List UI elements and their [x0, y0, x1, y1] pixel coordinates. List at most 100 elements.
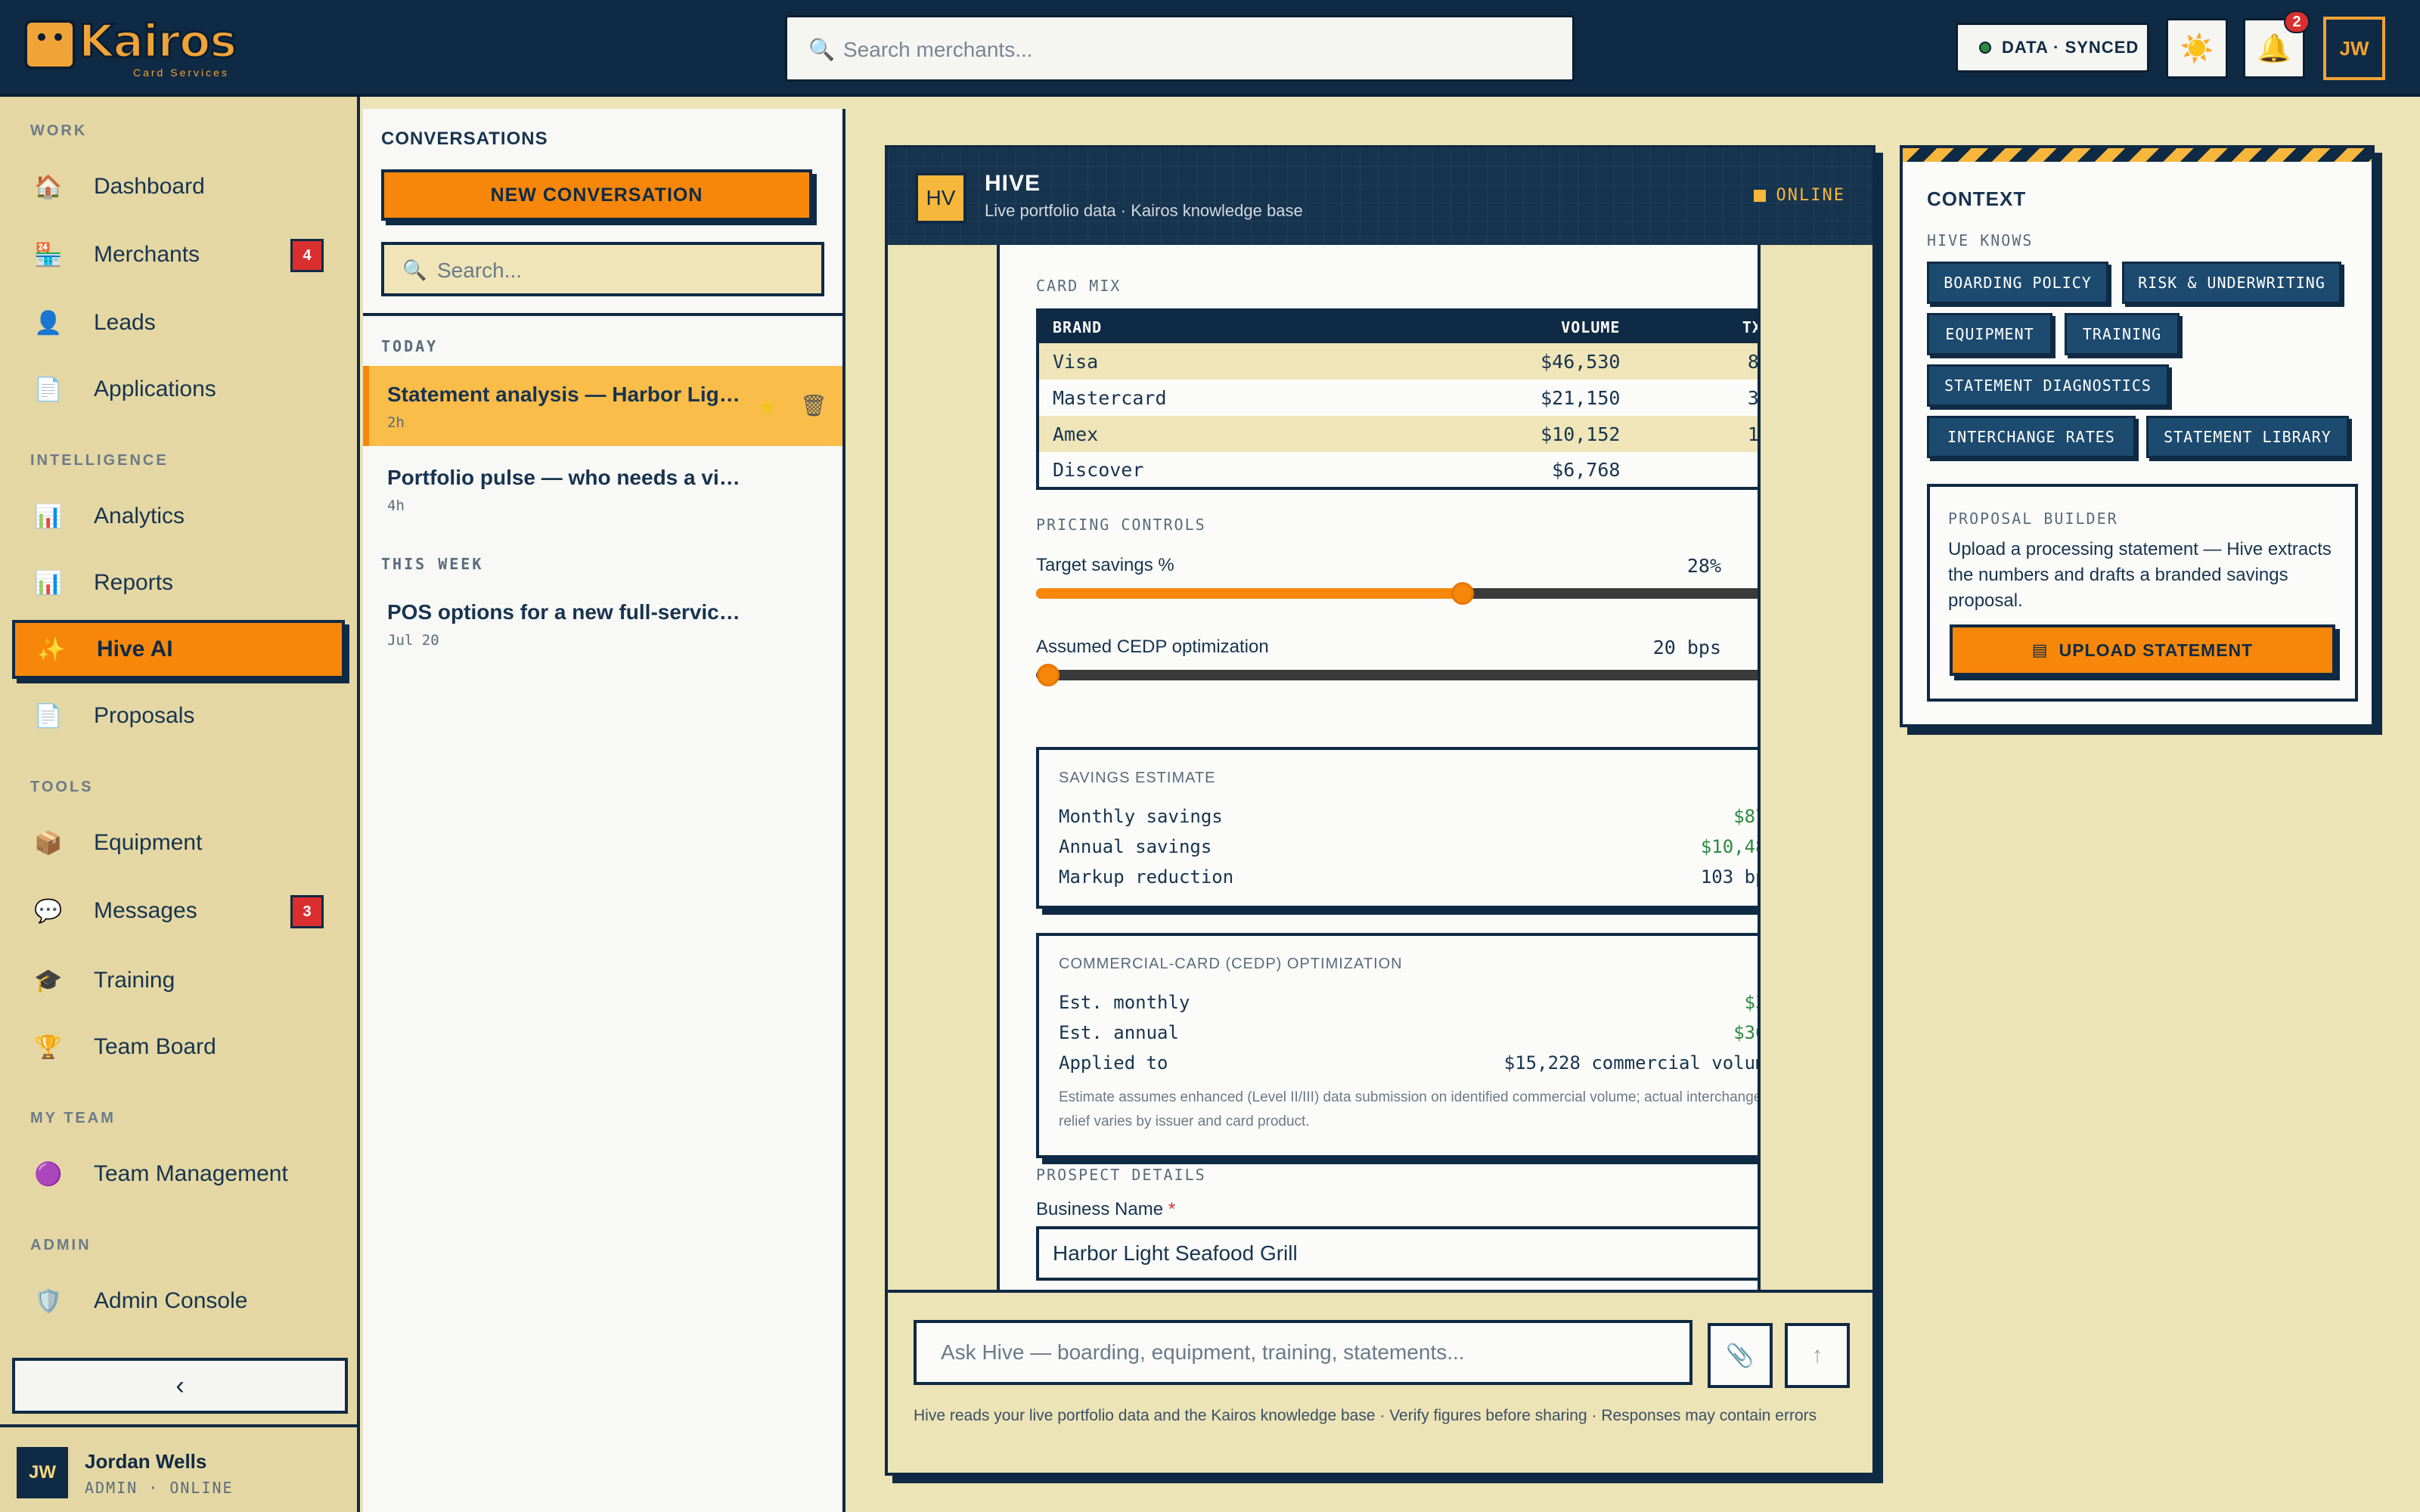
knowledge-tag[interactable]: RISK & UNDERWRITING [2122, 262, 2341, 304]
hive-knows-label: HIVE KNOWS [1927, 231, 2034, 249]
sidebar-item-label: Team Board [94, 1034, 216, 1059]
current-user-card[interactable]: JW Jordan Wells ADMIN · ONLINE [0, 1424, 357, 1512]
conversation-item[interactable]: Portfolio pulse — who needs a visit this… [363, 449, 842, 529]
sidebar-item-label: Leads [94, 310, 156, 335]
brand-logo[interactable]: Kairos Card Services [24, 14, 251, 79]
conversation-search[interactable]: 🔍 [381, 242, 824, 296]
row-label: Applied to [1059, 1052, 1168, 1074]
sidebar-item-label: Applications [94, 376, 216, 401]
sidebar-item-applications[interactable]: 📄 Applications [12, 360, 345, 419]
sidebar-item-leads[interactable]: 👤 Leads [12, 293, 345, 352]
table-row: Mastercard $21,150 342 [1038, 380, 1759, 416]
conversation-item[interactable]: Statement analysis — Harbor Light Seafoo… [363, 366, 842, 446]
hive-header: HV HIVE Live portfolio data · Kairos kno… [888, 148, 1872, 245]
graduation-cap-icon: 🎓 [34, 968, 63, 993]
chat-composer: Ask Hive — boarding, equipment, training… [888, 1290, 1872, 1473]
hive-message-body[interactable]: CARD MIX BRAND VOLUME TXNS Visa $46,530 … [997, 245, 1761, 1436]
row-value: $360 [1733, 1022, 1758, 1043]
txns-cell: 342 [1747, 386, 1759, 409]
knowledge-tag[interactable]: INTERCHANGE RATES [1927, 416, 2136, 458]
sidebar-item-hive-ai[interactable]: ✨ Hive AI [12, 620, 345, 679]
bell-icon: 🔔 [2257, 33, 2291, 64]
brand-name: Kairos [77, 14, 237, 70]
sparkle-icon: ✨ [37, 637, 66, 662]
cedp-optimization-slider[interactable] [1036, 664, 1758, 686]
merchant-search-input[interactable] [843, 31, 1554, 69]
sync-status-badge: DATA · SYNCED [1956, 23, 2149, 73]
target-savings-slider[interactable] [1036, 582, 1758, 605]
paperclip-icon: 📎 [1726, 1343, 1754, 1368]
sidebar-item-label: Merchants [94, 242, 200, 267]
sidebar-item-equipment[interactable]: 📦 Equipment [12, 813, 345, 872]
row-value: $30 [1744, 992, 1758, 1013]
conversation-title: POS options for a new full-service resta… [387, 600, 743, 624]
knowledge-tag[interactable]: EQUIPMENT [1927, 313, 2052, 355]
document-icon: 📄 [34, 376, 63, 402]
volume-cell: $10,152 [1378, 416, 1634, 452]
slider-thumb[interactable] [1037, 664, 1060, 686]
sidebar-item-dashboard[interactable]: 🏠 Dashboard [12, 157, 345, 216]
bar-chart-icon: 📊 [34, 570, 63, 596]
trash-icon[interactable]: 🗑 [800, 393, 827, 418]
shield-icon: 🛡️ [34, 1288, 63, 1314]
notifications-count-badge: 2 [2284, 11, 2310, 33]
row-value: 103 bps [1700, 866, 1758, 888]
savings-row: Annual savings $10,483 [1059, 836, 1758, 857]
brand-subtitle: Card Services [133, 67, 229, 79]
knowledge-tag[interactable]: TRAINING [2065, 313, 2180, 355]
cedp-optimization-value: 20 bps [1652, 637, 1721, 658]
theme-toggle-button[interactable]: ☀️ [2166, 18, 2228, 79]
box-icon: 📦 [34, 830, 63, 856]
row-value: $15,228 commercial volume [1503, 1052, 1761, 1074]
sidebar-item-analytics[interactable]: 📊 Analytics [12, 487, 345, 546]
sidebar-item-proposals[interactable]: 📄 Proposals [12, 686, 345, 745]
section-label-admin: ADMIN [30, 1237, 92, 1253]
send-message-button[interactable]: ↑ [1785, 1323, 1850, 1388]
savings-row: Markup reduction 103 bps [1059, 866, 1758, 888]
knowledge-tag[interactable]: STATEMENT DIAGNOSTICS [1927, 364, 2169, 407]
sidebar-item-messages[interactable]: 💬 Messages 3 [12, 881, 345, 940]
divider [363, 313, 842, 316]
attach-file-button[interactable]: 📎 [1708, 1323, 1773, 1388]
conversation-title: Portfolio pulse — who needs a visit this… [387, 466, 743, 489]
top-bar: Kairos Card Services 🔍 DATA · SYNCED ☀️ … [0, 0, 2420, 97]
group-label-today: TODAY [381, 337, 439, 355]
new-conversation-button[interactable]: NEW CONVERSATION [381, 169, 812, 221]
collapse-sidebar-button[interactable]: ‹ [12, 1358, 348, 1414]
conversation-search-input[interactable] [437, 256, 800, 286]
section-label-intelligence: INTELLIGENCE [30, 452, 169, 469]
conversation-item[interactable]: POS options for a new full-service resta… [363, 584, 842, 664]
required-mark: * [1168, 1199, 1176, 1219]
sidebar-item-training[interactable]: 🎓 Training [12, 951, 345, 1010]
merchant-search[interactable]: 🔍 [785, 15, 1575, 82]
hive-disclaimer: Hive reads your live portfolio data and … [914, 1407, 1817, 1424]
sidebar-item-merchants[interactable]: 🏪 Merchants 4 [12, 225, 345, 284]
sidebar-item-team-management[interactable]: 🟣 Team Management [12, 1145, 345, 1204]
storefront-icon: 🏪 [34, 242, 63, 268]
knowledge-tag[interactable]: STATEMENT LIBRARY [2146, 416, 2349, 458]
knowledge-tag[interactable]: BOARDING POLICY [1927, 262, 2108, 304]
table-header-row: BRAND VOLUME TXNS [1038, 310, 1758, 343]
search-icon: 🔍 [808, 38, 835, 61]
conversation-time: Jul 20 [387, 632, 439, 649]
upload-statement-button[interactable]: ▤ UPLOAD STATEMENT [1950, 624, 2335, 676]
section-label-my-team: MY TEAM [30, 1110, 116, 1126]
status-dot-icon [1979, 42, 1991, 54]
sidebar-item-label: Dashboard [94, 174, 205, 199]
slider-thumb[interactable] [1451, 582, 1475, 605]
business-name-label: Business Name * [1036, 1199, 1175, 1220]
sidebar-item-reports[interactable]: 📊 Reports [12, 553, 345, 612]
savings-row: Monthly savings $874 [1059, 806, 1758, 827]
star-icon[interactable]: ★ [758, 395, 777, 420]
business-name-input[interactable]: Harbor Light Seafood Grill [1036, 1226, 1758, 1281]
sidebar-item-team-board[interactable]: 🏆 Team Board [12, 1018, 345, 1077]
ask-hive-input[interactable]: Ask Hive — boarding, equipment, training… [914, 1320, 1692, 1385]
brand-cell: Visa [1038, 343, 1379, 380]
row-value: $10,483 [1700, 836, 1758, 857]
sidebar-item-admin-console[interactable]: 🛡️ Admin Console [12, 1272, 345, 1331]
sidebar-item-label: Training [94, 968, 175, 993]
user-avatar-button[interactable]: JW [2323, 17, 2385, 80]
hive-chat-panel: HV HIVE Live portfolio data · Kairos kno… [885, 145, 1876, 1476]
txns-cell: 171 [1634, 416, 1758, 452]
brand-cell: Mastercard [1053, 386, 1167, 409]
